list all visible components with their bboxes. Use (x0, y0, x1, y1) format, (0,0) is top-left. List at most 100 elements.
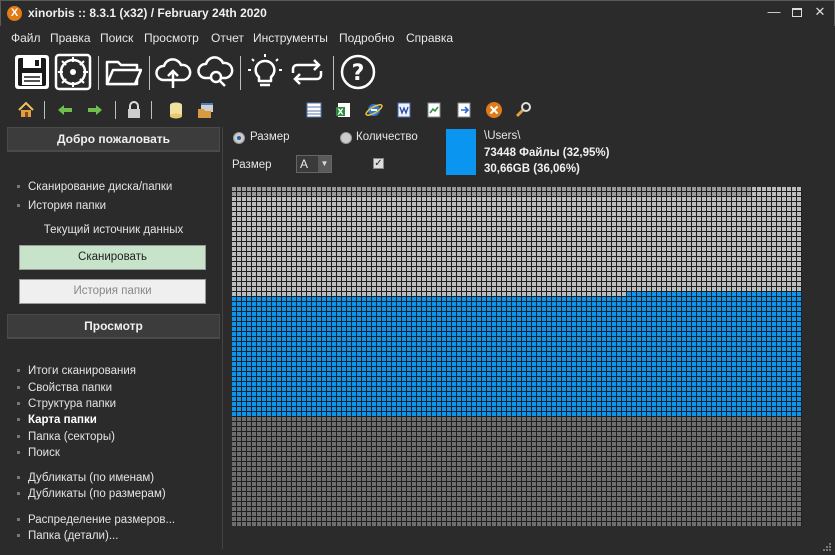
wrench-icon[interactable] (514, 101, 532, 119)
nav-item-duplicates-sizes[interactable]: Дубликаты (по размерам) (17, 488, 166, 500)
menu-report[interactable]: Отчет (211, 31, 244, 45)
nav-item-search[interactable]: Поиск (17, 447, 60, 459)
radio-size[interactable] (233, 132, 245, 144)
sync-arrows-icon[interactable] (288, 53, 326, 91)
selected-size: 30,66GB (36,06%) (484, 163, 580, 175)
divider (7, 151, 220, 152)
chevron-down-icon: ▼ (318, 156, 331, 172)
cloud-search-icon[interactable] (196, 53, 234, 91)
menu-file[interactable]: Файл (11, 31, 41, 45)
maximize-button[interactable] (786, 4, 808, 22)
menu-help[interactable]: Справка (406, 31, 453, 45)
nav-item-label: Дубликаты (по именам) (28, 472, 155, 484)
close-button[interactable]: ✕ (809, 4, 831, 22)
menu-search[interactable]: Поиск (100, 31, 133, 45)
nav-item-folder-structure[interactable]: Структура папки (17, 398, 116, 410)
left-panel: Добро пожаловать Сканирование диска/папк… (7, 127, 220, 549)
bullet-icon (17, 386, 20, 390)
nav-item-size-distribution[interactable]: Распределение размеров... (17, 514, 175, 526)
nav-item-duplicates-names[interactable]: Дубликаты (по именам) (17, 472, 154, 484)
divider (7, 338, 220, 339)
minimize-button[interactable]: — (763, 4, 785, 22)
folder-map-grid[interactable] (232, 187, 802, 526)
lock-icon[interactable] (125, 101, 143, 119)
toolbar-separator (44, 101, 45, 119)
disk-scan-icon[interactable] (54, 53, 92, 91)
nav-item-label: Сканирование диска/папки (28, 181, 173, 193)
nav-item-folder-details[interactable]: Папка (детали)... (17, 530, 118, 542)
nav-item-folder-sectors[interactable]: Папка (секторы) (17, 431, 115, 443)
menu-edit[interactable]: Правка (50, 31, 91, 45)
nav-item-folder-properties[interactable]: Свойства папки (17, 382, 112, 394)
bullet-icon (17, 369, 20, 373)
bullet-icon (17, 185, 20, 189)
home-icon[interactable] (17, 101, 35, 119)
nav-item-label: Поиск (28, 447, 60, 459)
nav-item-scan-summary[interactable]: Итоги сканирования (17, 365, 136, 377)
window-title: xinorbis :: 8.3.1 (x32) / February 24th … (28, 6, 267, 20)
table-icon[interactable] (305, 101, 323, 119)
selected-color-swatch (446, 129, 476, 175)
bullet-icon (17, 534, 20, 538)
svg-text:?: ? (352, 61, 365, 86)
export-icon[interactable] (455, 101, 473, 119)
svg-text:X: X (337, 108, 344, 117)
cloud-upload-icon[interactable] (154, 53, 192, 91)
option-checkbox[interactable]: ✓ (373, 158, 384, 169)
size-select-value: A (300, 157, 309, 171)
app-logo-icon: X (7, 6, 22, 21)
nav-item-label: Папка (секторы) (28, 431, 115, 443)
history-button[interactable]: История папки (19, 279, 206, 304)
scan-button[interactable]: Сканировать (19, 245, 206, 270)
toolbar-separator (149, 56, 150, 90)
back-arrow-icon[interactable] (56, 101, 74, 119)
title-bar: X xinorbis :: 8.3.1 (x32) / February 24t… (0, 0, 835, 26)
nav-item-label: Папка (детали)... (28, 530, 119, 542)
menu-tools[interactable]: Инструменты (253, 31, 328, 45)
radio-count[interactable] (340, 132, 352, 144)
bullet-icon (17, 451, 20, 455)
bullet-icon (17, 435, 20, 439)
ie-icon[interactable] (365, 101, 383, 119)
doc-icon[interactable] (395, 101, 413, 119)
save-icon[interactable] (13, 53, 51, 91)
radio-count-label: Количество (356, 131, 418, 143)
page-icon[interactable] (425, 101, 443, 119)
toolbar-separator (98, 56, 99, 90)
nav-item-history[interactable]: История папки (17, 200, 106, 212)
maximize-icon (792, 8, 802, 17)
lightbulb-icon[interactable] (246, 53, 284, 91)
menu-bar: Файл Правка Поиск Просмотр Отчет Инструм… (0, 27, 835, 49)
bullet-icon (17, 402, 20, 406)
nav-item-label: Итоги сканирования (28, 365, 136, 377)
toolbar-separator (115, 101, 116, 119)
secondary-toolbar: X (0, 98, 835, 122)
resize-grip-icon[interactable] (822, 542, 832, 552)
forward-arrow-icon[interactable] (86, 101, 104, 119)
toolbar-separator (151, 101, 152, 119)
menu-view[interactable]: Просмотр (144, 31, 199, 45)
radio-size-label: Размер (250, 131, 290, 143)
selected-path: \Users\ (484, 130, 521, 142)
nav-item-label: Дубликаты (по размерам) (28, 488, 166, 500)
bullet-icon (17, 492, 20, 496)
size-select[interactable]: A ▼ (296, 155, 332, 173)
nav-item-label: Распределение размеров... (28, 514, 176, 526)
view-header: Просмотр (7, 314, 220, 338)
nav-item-label: Свойства папки (28, 382, 112, 394)
help-icon[interactable]: ? (339, 53, 377, 91)
database-icon[interactable] (167, 101, 185, 119)
bullet-icon (17, 204, 20, 208)
menu-details[interactable]: Подробно (339, 31, 395, 45)
nav-item-folder-map[interactable]: Карта папки (17, 414, 97, 426)
toolbar-separator (240, 56, 241, 90)
folder-map[interactable] (232, 187, 802, 526)
xinorbis-icon[interactable] (485, 101, 503, 119)
bullet-icon (17, 418, 20, 422)
open-folder-icon[interactable] (104, 53, 142, 91)
folder-window-icon[interactable] (197, 101, 215, 119)
welcome-header: Добро пожаловать (7, 127, 220, 151)
nav-item-scan[interactable]: Сканирование диска/папки (17, 181, 172, 193)
toolbar-separator (333, 56, 334, 90)
sheet-icon[interactable]: X (335, 101, 353, 119)
